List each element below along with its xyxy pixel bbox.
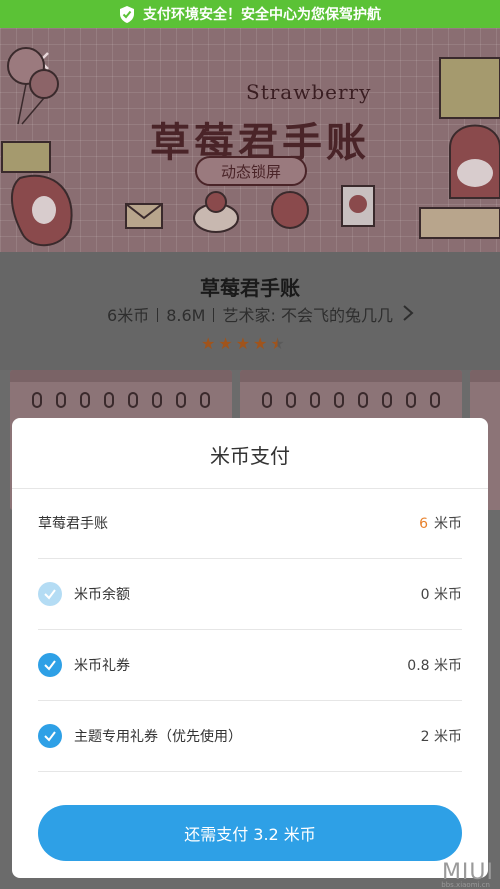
theme-meta: 6米币 8.6M 艺术家: 不会飞的兔几几 [0, 302, 500, 326]
divider [38, 558, 462, 559]
theme-hero-banner: Strawberry 草莓君手账 动态锁屏 [0, 28, 500, 252]
theme-artist[interactable]: 艺术家: 不会飞的兔几几 [222, 306, 392, 325]
option-value: 0.8 米币 [407, 658, 462, 674]
theme-size: 8.6M [166, 306, 206, 325]
strawberry-character-illustration [1, 141, 73, 247]
shield-check-icon [120, 5, 134, 23]
sheet-title: 米币支付 [210, 444, 290, 468]
star-icon: ★ [253, 334, 268, 353]
divider [38, 700, 462, 701]
star-icon: ★ [201, 334, 216, 353]
option-value: 0 米币 [420, 587, 462, 603]
theme-info: 草莓君手账 6米币 8.6M 艺术家: 不会飞的兔几几 ★ ★ ★ ★ ★ [0, 252, 500, 370]
checkbox-checked-disabled-icon [38, 582, 62, 606]
divider [38, 771, 462, 772]
security-banner: 支付环境安全！安全中心为您保驾护航 [0, 0, 500, 28]
theme-price: 6米币 [107, 306, 150, 325]
option-label: 米币礼券 [74, 658, 130, 674]
payment-sheet: 米币支付 草莓君手账 6 米币 米币余额 0 米币 米币礼券 0.8 米币 主题专… [12, 418, 488, 878]
item-row: 草莓君手账 6 米币 [38, 503, 462, 543]
cake-character-illustration [419, 57, 500, 239]
star-half-icon: ★ [270, 334, 285, 353]
option-label: 米币余额 [74, 587, 130, 603]
theme-name: 草莓君手账 [200, 276, 300, 300]
checkbox-checked-icon[interactable] [38, 653, 62, 677]
hero-title-en: Strawberry [246, 80, 372, 104]
balloons-illustration [7, 47, 59, 125]
item-name: 草莓君手账 [38, 516, 108, 532]
divider [12, 488, 488, 489]
star-icon: ★ [235, 334, 251, 353]
chevron-right-icon[interactable] [402, 304, 414, 322]
option-row-coupon[interactable]: 米币礼券 0.8 米币 [38, 645, 462, 685]
item-price: 6 米币 [419, 516, 462, 532]
option-label: 主题专用礼券（优先使用） [74, 729, 242, 745]
option-row-balance: 米币余额 0 米币 [38, 574, 462, 614]
rating-stars: ★ ★ ★ ★ ★ [201, 334, 285, 353]
miui-watermark-sub: bbs.xiaomi.cn [441, 881, 490, 889]
option-row-theme-coupon[interactable]: 主题专用礼券（优先使用） 2 米币 [38, 716, 462, 756]
security-banner-text: 支付环境安全！安全中心为您保驾护航 [143, 7, 381, 23]
hero-icons-illustration [125, 185, 375, 233]
divider [38, 629, 462, 630]
option-value: 2 米币 [420, 729, 462, 745]
checkbox-checked-icon[interactable] [38, 724, 62, 748]
star-icon: ★ [218, 334, 233, 353]
pay-button[interactable]: 还需支付 3.2 米币 [38, 805, 462, 861]
